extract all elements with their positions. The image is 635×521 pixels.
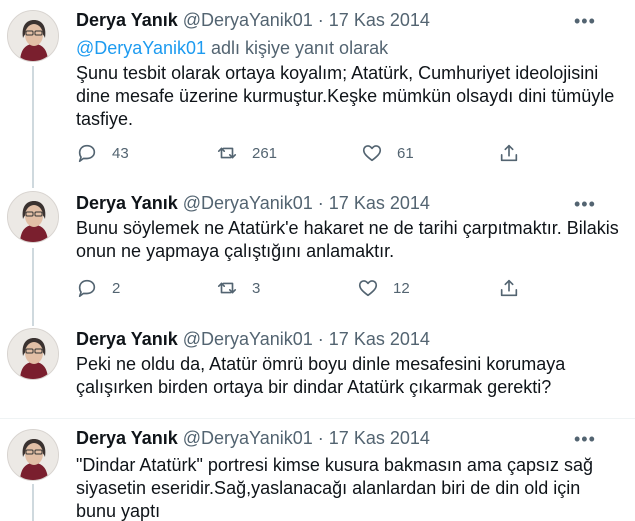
separator: · bbox=[317, 193, 324, 213]
author-name[interactable]: Derya Yanık bbox=[76, 10, 178, 30]
author-handle[interactable]: @DeryaYanik01 bbox=[183, 10, 313, 30]
profile-photo bbox=[8, 329, 58, 379]
separator: · bbox=[317, 10, 324, 30]
heart-icon bbox=[358, 280, 378, 297]
avatar[interactable] bbox=[7, 328, 59, 380]
separator: · bbox=[317, 329, 324, 349]
profile-photo bbox=[8, 430, 58, 480]
share-button[interactable] bbox=[498, 277, 520, 299]
like-count: 61 bbox=[397, 144, 414, 162]
avatar[interactable] bbox=[7, 191, 59, 243]
tweet-text: Şunu tesbit olarak ortaya koyalım; Atatü… bbox=[76, 63, 615, 129]
tweet[interactable]: Derya Yanık @DeryaYanik01 · 17 Kas 2014 … bbox=[0, 419, 635, 521]
reply-context: @DeryaYanik01 adlı kişiye yanıt olarak bbox=[76, 37, 388, 59]
author-handle[interactable]: @DeryaYanik01 bbox=[183, 428, 313, 448]
reply-button[interactable]: 2 bbox=[76, 277, 120, 299]
tweet-text: Bunu söylemek ne Atatürk'e hakaret ne de… bbox=[76, 218, 619, 261]
retweet-count: 3 bbox=[252, 279, 261, 297]
retweet-button[interactable]: 261 bbox=[216, 142, 277, 164]
author-name[interactable]: Derya Yanık bbox=[76, 428, 178, 448]
profile-photo bbox=[8, 192, 58, 242]
avatar[interactable] bbox=[7, 10, 59, 62]
like-count: 12 bbox=[393, 279, 410, 297]
tweet[interactable]: Derya Yanık @DeryaYanik01 · 17 Kas 2014 … bbox=[0, 0, 635, 180]
like-button[interactable]: 12 bbox=[357, 277, 410, 299]
tweet-date[interactable]: 17 Kas 2014 bbox=[329, 10, 430, 30]
reply-count: 43 bbox=[112, 144, 129, 162]
more-horizontal-icon[interactable]: ••• bbox=[574, 12, 596, 30]
tweet-text: Peki ne oldu da, Atatür ömrü boyu dinle … bbox=[76, 354, 566, 397]
more-horizontal-icon[interactable]: ••• bbox=[574, 195, 596, 213]
reply-icon bbox=[78, 144, 96, 163]
tweet-date[interactable]: 17 Kas 2014 bbox=[329, 193, 430, 213]
more-horizontal-icon[interactable]: ••• bbox=[574, 430, 596, 448]
retweet-icon bbox=[217, 282, 237, 294]
reply-icon bbox=[78, 279, 96, 298]
tweet[interactable]: Derya Yanık @DeryaYanik01 · 17 Kas 2014 … bbox=[0, 181, 635, 318]
author-name[interactable]: Derya Yanık bbox=[76, 193, 178, 213]
reply-suffix: adlı kişiye yanıt olarak bbox=[206, 38, 389, 58]
share-icon bbox=[500, 144, 518, 162]
reply-mention[interactable]: @DeryaYanik01 bbox=[76, 38, 206, 58]
reply-count: 2 bbox=[112, 279, 121, 297]
retweet-button[interactable]: 3 bbox=[216, 277, 260, 299]
author-name[interactable]: Derya Yanık bbox=[76, 329, 178, 349]
tweet-date[interactable]: 17 Kas 2014 bbox=[329, 329, 430, 349]
retweet-icon bbox=[217, 147, 237, 159]
avatar[interactable] bbox=[7, 429, 59, 481]
author-handle[interactable]: @DeryaYanik01 bbox=[183, 193, 313, 213]
share-button[interactable] bbox=[498, 142, 520, 164]
profile-photo bbox=[8, 11, 58, 61]
tweet[interactable]: Derya Yanık @DeryaYanik01 · 17 Kas 2014 … bbox=[0, 318, 635, 418]
like-button[interactable]: 61 bbox=[361, 142, 414, 164]
share-icon bbox=[500, 279, 518, 297]
tweet-text: "Dindar Atatürk" portresi kimse kusura b… bbox=[76, 455, 593, 521]
heart-icon bbox=[362, 145, 382, 162]
separator: · bbox=[317, 428, 324, 448]
tweet-date[interactable]: 17 Kas 2014 bbox=[329, 428, 430, 448]
author-handle[interactable]: @DeryaYanik01 bbox=[183, 329, 313, 349]
reply-button[interactable]: 43 bbox=[76, 142, 129, 164]
retweet-count: 261 bbox=[252, 144, 278, 162]
